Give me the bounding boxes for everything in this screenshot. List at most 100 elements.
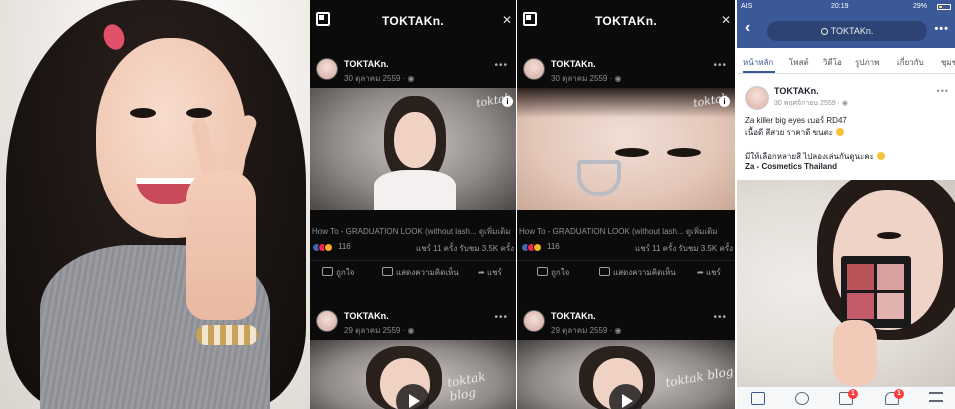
more-options-icon[interactable]: ••• <box>494 60 508 71</box>
palette-shade-4 <box>877 293 904 319</box>
video-player[interactable]: toktak blog <box>310 340 516 409</box>
facebook-post-panel: AIS 20:19 29% ‹ TOKTAKn. ••• หน้าหลัก โพ… <box>737 0 955 409</box>
eyeshadow-palette <box>841 256 911 328</box>
share-icon: ➦ <box>697 268 706 277</box>
video-player[interactable]: toktak i <box>310 88 516 210</box>
like-button[interactable]: ถูกใจ <box>322 266 354 279</box>
channel-watermark: toktak blog <box>664 364 735 390</box>
thumbs-up-emoji-icon <box>836 128 845 136</box>
status-time: 20:19 <box>831 3 849 10</box>
photo-subject-eye <box>877 232 901 239</box>
share-label: แชร์ <box>486 268 502 277</box>
video-subject-shirt <box>374 170 456 210</box>
comment-button[interactable]: แสดงความคิดเห็น <box>599 266 676 279</box>
more-options-icon[interactable]: ••• <box>713 60 727 71</box>
tab-posts[interactable]: โพสต์ <box>789 56 809 69</box>
video-topbar: TOKTAKn. ✕ <box>310 0 516 40</box>
tab-home[interactable]: หน้าหลัก <box>743 56 773 69</box>
photo-left-eye <box>130 108 156 118</box>
haha-reaction-icon <box>533 243 542 252</box>
video-title[interactable]: How To - GRADUATION LOOK (without lash..… <box>517 225 735 238</box>
close-icon[interactable]: ✕ <box>502 13 512 27</box>
video-feed-panel-left: TOKTAKn. ✕ TOKTAKn. 30 ตุลาคม 2559 · ◉ •… <box>310 0 516 409</box>
tab-videos[interactable]: วิดีโอ <box>823 56 842 69</box>
haha-reaction-icon <box>324 243 333 252</box>
search-bar[interactable]: TOKTAKn. <box>767 21 927 41</box>
thumbs-up-icon <box>322 267 333 276</box>
video-feed-panel-right: TOKTAKn. ✕ TOKTAKn. 30 ตุลาคม 2559 · ◉ •… <box>517 0 735 409</box>
share-button[interactable]: ➦ แชร์ <box>697 266 721 279</box>
avatar[interactable] <box>316 58 338 80</box>
menu-icon[interactable] <box>929 392 943 402</box>
post-author[interactable]: TOKTAKn. <box>344 311 389 321</box>
battery-percent: 29% <box>913 3 928 10</box>
post-author[interactable]: TOKTAKn. <box>774 86 819 96</box>
more-options-icon[interactable]: ••• <box>494 312 508 323</box>
news-feed-icon[interactable] <box>751 392 765 405</box>
battery-icon <box>937 4 951 10</box>
reaction-summary[interactable]: 116 แชร์ 11 ครั้ง รับชม 3.5K ครั้ง <box>310 240 516 256</box>
post-date: 30 ตุลาคม 2559 · ◉ <box>344 74 415 83</box>
video-subject-face <box>394 112 436 168</box>
post-date: 29 ตุลาคม 2559 · ◉ <box>344 326 415 335</box>
page-tabs: หน้าหลัก โพสต์ วิดีโอ รูปภาพ เกี่ยวกับ ช… <box>737 48 955 74</box>
more-options-icon[interactable]: ••• <box>713 312 727 323</box>
post-actions: ถูกใจ แสดงความคิดเห็น ➦ แชร์ <box>517 260 735 284</box>
post-date: 30 ตุลาคม 2559 · ◉ <box>551 74 622 83</box>
palette-shade-2 <box>877 264 904 290</box>
video-subject-eye-right <box>667 148 701 157</box>
reaction-summary[interactable]: 116 แชร์ 11 ครั้ง รับชม 3.5K ครั้ง <box>517 240 735 256</box>
back-chevron-icon[interactable]: ‹ <box>745 19 750 37</box>
post-author[interactable]: TOKTAKn. <box>551 59 596 69</box>
video-icon[interactable] <box>795 392 809 405</box>
post-date: 30 พฤศจิกายน 2559 · ◉ <box>774 100 849 107</box>
caption-text: เนื้อดี สีสวย ราคาดี ขนตะ <box>745 128 834 137</box>
post-date: 29 ตุลาคม 2559 · ◉ <box>551 326 622 335</box>
more-options-icon[interactable]: ••• <box>934 23 949 35</box>
share-button[interactable]: ➦ แชร์ <box>478 266 502 279</box>
facebook-navbar: ‹ TOKTAKn. ••• <box>737 14 955 48</box>
comment-label: แสดงความคิดเห็น <box>613 268 676 277</box>
ios-status-bar: AIS 20:19 29% <box>737 0 955 14</box>
video-subject-eye-left <box>615 148 649 157</box>
video-player[interactable]: toktak blog <box>517 340 735 409</box>
notifications-badge: 1 <box>894 389 904 399</box>
page-title: TOKTAKn. <box>595 14 657 28</box>
post-author[interactable]: TOKTAKn. <box>551 311 596 321</box>
close-icon[interactable]: ✕ <box>721 13 731 27</box>
tab-photos[interactable]: รูปภาพ <box>855 56 879 69</box>
post-photo[interactable] <box>737 180 955 386</box>
palette-shade-3 <box>847 293 874 319</box>
video-player[interactable]: toktak i <box>517 88 735 210</box>
comment-icon <box>599 267 610 276</box>
like-label: ถูกใจ <box>551 268 570 277</box>
post-actions: ถูกใจ แสดงความคิดเห็น ➦ แชร์ <box>310 260 516 284</box>
like-label: ถูกใจ <box>336 268 355 277</box>
reaction-count: 116 <box>547 242 560 251</box>
comment-icon <box>382 267 393 276</box>
comment-button[interactable]: แสดงความคิดเห็น <box>382 266 459 279</box>
channel-watermark: toktak blog <box>446 369 487 404</box>
caption-line[interactable]: Za - Cosmetics Thailand <box>745 162 837 171</box>
share-label: แชร์ <box>705 268 721 277</box>
more-options-icon[interactable]: ••• <box>937 86 949 96</box>
info-icon[interactable]: i <box>502 96 513 107</box>
like-button[interactable]: ถูกใจ <box>537 266 569 279</box>
avatar[interactable] <box>745 86 769 110</box>
marketplace-badge: 1 <box>848 389 858 399</box>
tab-about[interactable]: เกี่ยวกับ <box>897 56 924 69</box>
marketplace-icon[interactable]: 1 <box>839 389 858 405</box>
avatar[interactable] <box>523 310 545 332</box>
notifications-icon[interactable]: 1 <box>885 389 904 405</box>
info-icon[interactable]: i <box>719 96 730 107</box>
avatar[interactable] <box>523 58 545 80</box>
bottom-tab-bar: 1 1 <box>737 386 955 409</box>
caption-line: เนื้อดี สีสวย ราคาดี ขนตะ <box>745 126 845 139</box>
post-author[interactable]: TOKTAKn. <box>344 59 389 69</box>
share-view-stats: แชร์ 11 ครั้ง รับชม 3.5K ครั้ง <box>416 244 514 253</box>
video-title[interactable]: How To - GRADUATION LOOK (without lash..… <box>310 225 516 238</box>
avatar[interactable] <box>316 310 338 332</box>
palette-shade-1 <box>847 264 874 290</box>
selfie-photo <box>0 0 310 409</box>
tab-community[interactable]: ชุมชน <box>941 56 955 69</box>
